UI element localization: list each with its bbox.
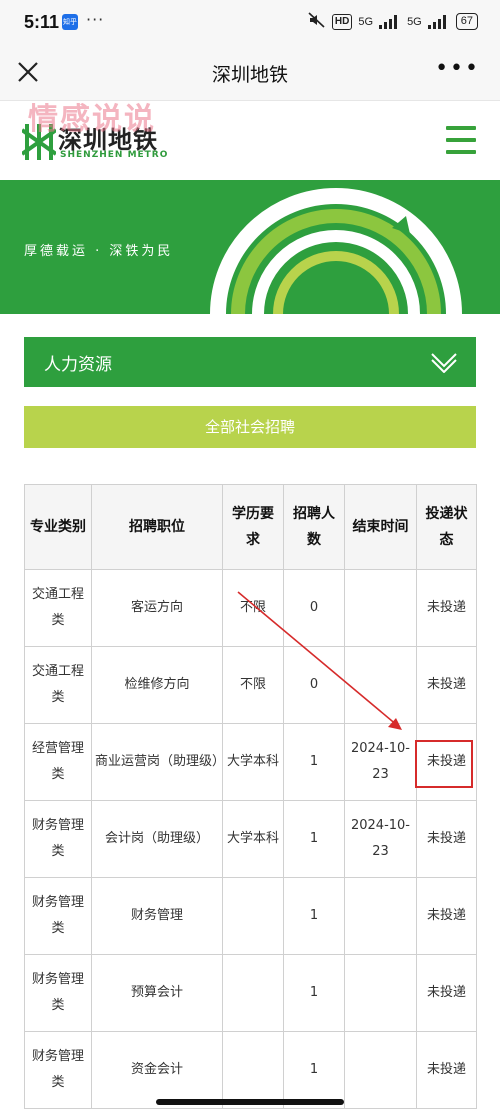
cell-end-time	[344, 877, 417, 955]
cell-count: 1	[283, 877, 345, 955]
cell-count: 1	[283, 954, 345, 1032]
cell-category: 经营管理类	[24, 723, 92, 801]
cell-category: 财务管理类	[24, 954, 92, 1032]
cell-education: 大学本科	[222, 723, 284, 801]
cell-category: 交通工程类	[24, 569, 92, 647]
zhihu-app-icon: 知乎	[62, 14, 78, 30]
cell-education	[222, 877, 284, 955]
hd-badge: HD	[331, 13, 353, 30]
network-label-2: 5G	[407, 15, 422, 28]
cell-category: 财务管理类	[24, 1031, 92, 1109]
cell-count: 1	[283, 1031, 345, 1109]
more-icon[interactable]: •••	[435, 56, 480, 81]
hr-section-dropdown[interactable]: 人力资源	[24, 337, 476, 387]
cell-status[interactable]: 未投递	[416, 877, 477, 955]
cell-position[interactable]: 会计岗（助理级）	[91, 800, 223, 878]
header-count: 招聘人数	[283, 484, 345, 570]
hero-banner: 厚德载运 · 深铁为民	[0, 180, 500, 314]
cell-status[interactable]: 未投递	[416, 569, 477, 647]
cell-position[interactable]: 商业运营岗（助理级）	[91, 723, 223, 801]
status-bar: 5:11 知乎 ··· HD 5G 5G 67	[0, 0, 500, 46]
cell-position[interactable]: 检维修方向	[91, 646, 223, 724]
menu-icon[interactable]	[446, 126, 476, 156]
cell-category: 交通工程类	[24, 646, 92, 724]
banner-arcs-graphic	[210, 188, 462, 314]
all-recruitment-button[interactable]: 全部社会招聘	[24, 406, 476, 448]
table-row: 交通工程类 检维修方向 不限 0 未投递	[24, 646, 477, 724]
cell-position[interactable]: 客运方向	[91, 569, 223, 647]
cell-status[interactable]: 未投递	[416, 646, 477, 724]
cell-count: 1	[283, 723, 345, 801]
cell-education	[222, 1031, 284, 1109]
header-status: 投递状态	[416, 484, 477, 570]
header-end-time: 结束时间	[344, 484, 417, 570]
status-time: 5:11	[24, 12, 60, 32]
cell-category: 财务管理类	[24, 800, 92, 878]
cell-end-time: 2024-10-23	[344, 723, 417, 801]
cell-end-time	[344, 1031, 417, 1109]
page-title: 深圳地铁	[211, 64, 288, 86]
signal-icon-2	[427, 14, 450, 29]
chevron-down-icon	[430, 351, 458, 377]
cell-position[interactable]: 资金会计	[91, 1031, 223, 1109]
cell-end-time	[344, 646, 417, 724]
table-row: 财务管理类 预算会计 1 未投递	[24, 954, 477, 1032]
cell-category: 财务管理类	[24, 877, 92, 955]
cell-education: 大学本科	[222, 800, 284, 878]
table-row: 经营管理类 商业运营岗（助理级） 大学本科 1 2024-10-23 未投递	[24, 723, 477, 801]
cell-education: 不限	[222, 646, 284, 724]
notification-dots: ···	[86, 10, 105, 29]
cell-status[interactable]: 未投递	[416, 800, 477, 878]
cell-end-time	[344, 569, 417, 647]
cell-count: 0	[283, 646, 345, 724]
cell-status[interactable]: 未投递	[416, 1031, 477, 1109]
cell-status[interactable]: 未投递	[416, 954, 477, 1032]
brand-name-en: SHENZHEN METRO	[60, 150, 169, 160]
network-label: 5G	[358, 15, 374, 28]
table-row: 财务管理类 资金会计 1 未投递	[24, 1031, 477, 1109]
watermark: 情感说说	[28, 102, 156, 137]
mute-icon	[308, 12, 326, 31]
table-header-row: 专业类别 招聘职位 学历要求 招聘人数 结束时间 投递状态	[24, 484, 477, 570]
cell-end-time	[344, 954, 417, 1032]
table-row: 财务管理类 会计岗（助理级） 大学本科 1 2024-10-23 未投递	[24, 800, 477, 878]
cell-education: 不限	[222, 569, 284, 647]
hr-section-label: 人力资源	[44, 355, 112, 375]
table-row: 交通工程类 客运方向 不限 0 未投递	[24, 569, 477, 647]
cell-status[interactable]: 未投递	[416, 723, 477, 801]
signal-icon	[379, 14, 401, 29]
cell-education	[222, 954, 284, 1032]
jobs-table: 专业类别 招聘职位 学历要求 招聘人数 结束时间 投递状态 交通工程类 客运方向…	[24, 484, 477, 1109]
header-position: 招聘职位	[91, 484, 223, 570]
header-education: 学历要求	[222, 484, 284, 570]
cell-position[interactable]: 财务管理	[91, 877, 223, 955]
cell-count: 1	[283, 800, 345, 878]
cell-count: 0	[283, 569, 345, 647]
cell-position[interactable]: 预算会计	[91, 954, 223, 1032]
table-row: 财务管理类 财务管理 1 未投递	[24, 877, 477, 955]
battery-icon: 67	[455, 13, 478, 30]
status-indicators: HD 5G 5G 67	[308, 12, 478, 31]
cell-end-time: 2024-10-23	[344, 800, 417, 878]
header-category: 专业类别	[24, 484, 92, 570]
home-indicator[interactable]	[156, 1099, 344, 1105]
nav-bar: 深圳地铁 •••	[0, 46, 500, 101]
